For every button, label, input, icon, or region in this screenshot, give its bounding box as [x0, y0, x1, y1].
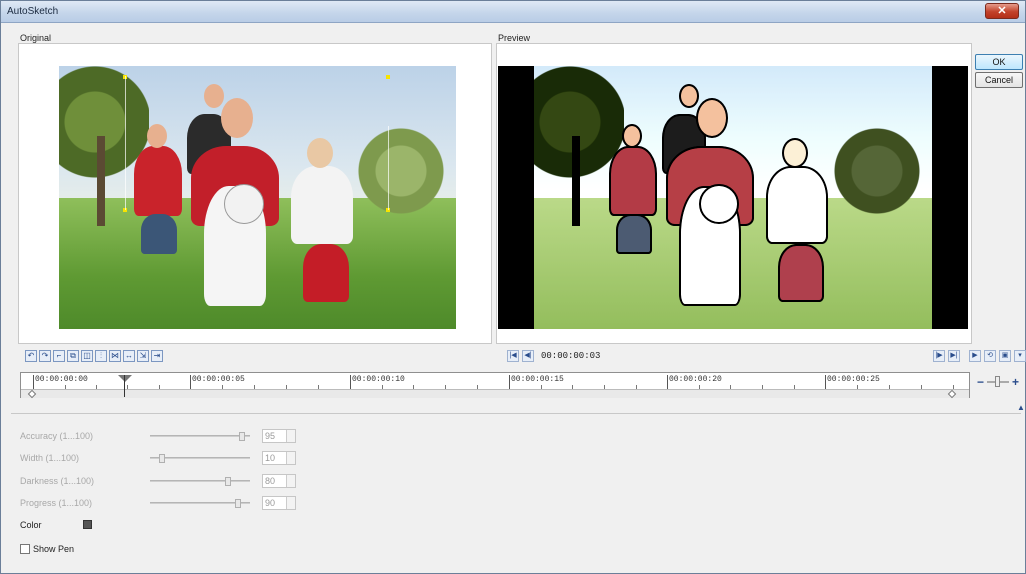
person-head: [307, 138, 333, 168]
timecode-display[interactable]: 00:00:00:03: [541, 351, 600, 361]
guide-line: [388, 126, 389, 210]
spinner-icon[interactable]: [286, 430, 295, 442]
accuracy-label: Accuracy (1...100): [20, 431, 94, 441]
tree-trunk: [97, 136, 105, 226]
ruler-label: 00:00:00:25: [827, 375, 880, 384]
ruler-label: 00:00:00:15: [511, 375, 564, 384]
ruler-tick: [509, 375, 510, 389]
ruler-tick: [350, 375, 351, 389]
ruler-tick: [33, 375, 34, 389]
tree-right: [356, 126, 446, 216]
previous-frame-icon[interactable]: ◀|: [522, 350, 534, 362]
next-frame-icon[interactable]: |▶: [933, 350, 945, 362]
close-button[interactable]: ✕: [985, 3, 1019, 19]
zoom-slider[interactable]: [987, 376, 1010, 387]
slider-thumb[interactable]: [225, 477, 232, 486]
play-icon[interactable]: ▶: [969, 350, 981, 362]
person-head: [204, 84, 224, 108]
sketch-image: [534, 66, 932, 329]
move-icon[interactable]: ↔: [123, 350, 135, 362]
transport-controls: |◀ ◀| 00:00:00:03: [507, 350, 600, 362]
original-panel: [18, 43, 492, 344]
person-red-shirt-woman: [134, 146, 182, 216]
copy-icon[interactable]: ⧉: [67, 350, 79, 362]
show-pen-checkbox[interactable]: [20, 544, 30, 554]
ruler-label: 00:00:00:05: [192, 375, 245, 384]
preview-mode-icon[interactable]: ▣: [999, 350, 1011, 362]
zoom-in-icon[interactable]: +: [1012, 375, 1019, 389]
go-to-end-icon[interactable]: ▶|: [948, 350, 960, 362]
autosketch-dialog: AutoSketch ✕ Original Preview OK Cancel …: [0, 0, 1026, 574]
options-icon[interactable]: ▾: [1014, 350, 1026, 362]
keyframe-toolbar: ↶ ↷ ⌐ ⧉ ◫ ⫶ ⋈ ↔ ⇲ ⇥: [25, 350, 163, 364]
ruler-label: 00:00:00:00: [35, 375, 88, 384]
title-bar[interactable]: AutoSketch ✕: [1, 1, 1025, 23]
letterbox-right: [932, 66, 968, 329]
color-label: Color: [20, 520, 42, 530]
spinner-icon[interactable]: [286, 475, 295, 487]
width-slider[interactable]: [150, 454, 250, 463]
guide-line: [125, 76, 126, 210]
paste-icon[interactable]: ◫: [81, 350, 93, 362]
slider-thumb[interactable]: [159, 454, 166, 463]
join-icon[interactable]: ⋈: [109, 350, 121, 362]
darkness-label: Darkness (1...100): [20, 476, 95, 486]
ok-button[interactable]: OK: [975, 54, 1023, 70]
preview-panel-label: Preview: [498, 33, 531, 43]
person-blonde-girl-white-top: [291, 166, 353, 244]
timeline-ruler[interactable]: 00:00:00:00 00:00:00:05 00:00:00:10 00:0…: [20, 372, 970, 399]
ruler-tick: [825, 375, 826, 389]
zoom-slider-thumb[interactable]: [995, 376, 1001, 387]
preview-video-frame: [498, 66, 968, 329]
letterbox-left: [498, 66, 534, 329]
ruler-tick: [190, 375, 191, 389]
cancel-button[interactable]: Cancel: [975, 72, 1023, 88]
collapse-arrow-icon[interactable]: ▲: [1017, 403, 1025, 412]
accuracy-value[interactable]: 95: [262, 429, 296, 443]
timeline-zoom: − +: [977, 375, 1019, 389]
ruler-tick: [667, 375, 668, 389]
window-title: AutoSketch: [7, 6, 59, 17]
handle-marker[interactable]: [386, 75, 390, 79]
split-icon[interactable]: ⫶: [95, 350, 107, 362]
darkness-slider[interactable]: [150, 477, 250, 486]
width-value[interactable]: 10: [262, 451, 296, 465]
snap-icon[interactable]: ⇥: [151, 350, 163, 362]
spinner-icon[interactable]: [286, 497, 295, 509]
slider-thumb[interactable]: [234, 499, 241, 508]
person-head: [221, 98, 253, 138]
show-pen-label[interactable]: Show Pen: [33, 544, 74, 554]
transport-controls-right: |▶ ▶| ▶ ⟲ ▣ ▾: [933, 350, 1026, 362]
ruler-label: 00:00:00:20: [669, 375, 722, 384]
accuracy-slider[interactable]: [150, 432, 250, 441]
person-red-pants: [303, 244, 349, 302]
go-to-start-icon[interactable]: |◀: [507, 350, 519, 362]
darkness-value[interactable]: 80: [262, 474, 296, 488]
zoom-out-icon[interactable]: −: [977, 375, 984, 389]
ruler-label: 00:00:00:10: [352, 375, 405, 384]
person-head: [147, 124, 167, 148]
redo-icon[interactable]: ↷: [39, 350, 51, 362]
width-label: Width (1...100): [20, 453, 80, 463]
undo-icon[interactable]: ↶: [25, 350, 37, 362]
playhead-line: [124, 375, 125, 397]
progress-label: Progress (1...100): [20, 498, 93, 508]
slider-thumb[interactable]: [239, 432, 246, 441]
keyframe-track[interactable]: [21, 389, 969, 398]
person-jeans: [141, 214, 177, 254]
cut-icon[interactable]: ⌐: [53, 350, 65, 362]
playhead-handle[interactable]: [118, 375, 132, 382]
soccer-ball: [224, 184, 264, 224]
section-divider: [11, 413, 1021, 414]
preview-panel: [496, 43, 972, 344]
progress-value[interactable]: 90: [262, 496, 296, 510]
spinner-icon[interactable]: [286, 452, 295, 464]
loop-icon[interactable]: ⟲: [984, 350, 996, 362]
color-picker-swatch[interactable]: [83, 520, 92, 529]
fit-icon[interactable]: ⇲: [137, 350, 149, 362]
progress-slider[interactable]: [150, 499, 250, 508]
original-video-frame[interactable]: [59, 66, 456, 329]
original-panel-label: Original: [20, 33, 52, 43]
